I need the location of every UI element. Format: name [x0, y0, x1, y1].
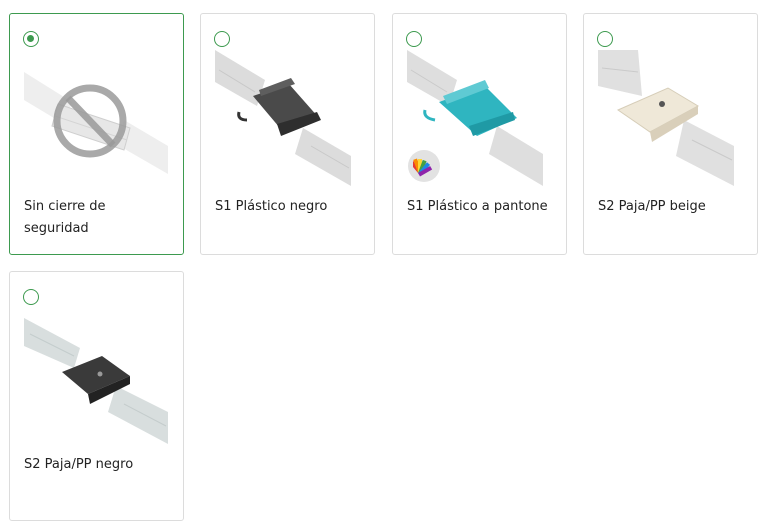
option-card-s1-black[interactable]: S1 Plástico negro — [200, 13, 375, 255]
radio-unselected[interactable] — [214, 31, 230, 47]
safety-clip-option-grid: Sin cierre de seguridad S1 Plástico negr… — [0, 0, 769, 521]
lanyard-no-clip-image — [24, 72, 168, 174]
pantone-badge — [408, 150, 440, 182]
radio-selected[interactable] — [23, 31, 39, 47]
option-card-s2-black[interactable]: S2 Paja/PP negro — [9, 271, 184, 521]
radio-unselected[interactable] — [597, 31, 613, 47]
option-card-no-clip[interactable]: Sin cierre de seguridad — [9, 13, 184, 255]
radio-unselected[interactable] — [406, 31, 422, 47]
option-label: Sin cierre de seguridad — [24, 199, 106, 236]
option-label: S2 Paja/PP negro — [24, 457, 134, 472]
radio-unselected[interactable] — [23, 289, 39, 305]
option-card-s2-beige[interactable]: S2 Paja/PP beige — [583, 13, 758, 255]
pantone-fan-icon — [413, 158, 433, 177]
option-label: S2 Paja/PP beige — [598, 199, 706, 214]
option-label: S1 Plástico a pantone — [407, 199, 548, 214]
lanyard-beige-straw-clip-image — [598, 50, 734, 186]
option-card-s1-pantone[interactable]: S1 Plástico a pantone — [392, 13, 567, 255]
lanyard-black-straw-clip-image — [24, 318, 168, 444]
lanyard-black-plastic-clip-image — [215, 50, 351, 186]
option-label: S1 Plástico negro — [215, 199, 328, 214]
